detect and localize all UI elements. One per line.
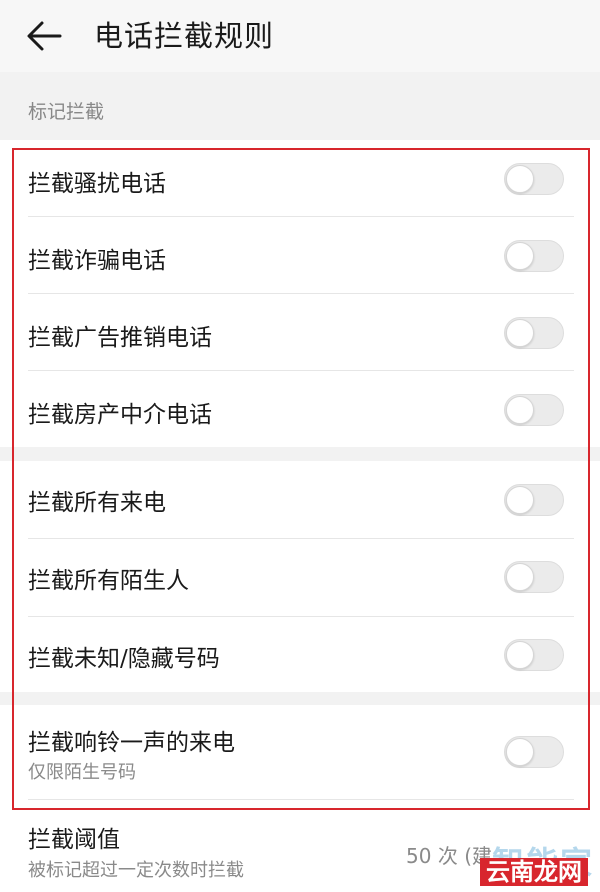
switch-knob: [506, 319, 534, 347]
rule-row-all-calls[interactable]: 拦截所有来电: [0, 461, 600, 538]
rule-label: 拦截响铃一声的来电: [28, 730, 235, 756]
rule-label: 拦截所有来电: [28, 490, 166, 516]
rule-label: 拦截未知/隐藏号码: [28, 646, 220, 672]
toggle-switch-unknown-hidden[interactable]: [504, 639, 564, 671]
marked-rules-card: 拦截骚扰电话 拦截诈骗电话 拦截广告推销电话 拦截房产中介电话: [0, 140, 600, 447]
rule-sublabel: 仅限陌生号码: [28, 762, 136, 783]
arrow-left-icon: [27, 21, 62, 51]
rule-row-real-estate[interactable]: 拦截房产中介电话: [0, 371, 600, 447]
rule-row-ring-once[interactable]: 拦截响铃一声的来电 仅限陌生号码: [0, 705, 600, 799]
back-button[interactable]: [22, 14, 66, 58]
rule-label: 拦截房产中介电话: [28, 402, 212, 428]
toggle-switch-ring-once[interactable]: [504, 736, 564, 768]
rule-row-harassment[interactable]: 拦截骚扰电话: [0, 140, 600, 217]
general-rules-card: 拦截所有来电 拦截所有陌生人 拦截未知/隐藏号码: [0, 461, 600, 692]
switch-knob: [506, 563, 534, 591]
toggle-switch-real-estate[interactable]: [504, 394, 564, 426]
toggle-switch-all-calls[interactable]: [504, 484, 564, 516]
rule-label: 拦截所有陌生人: [28, 568, 189, 594]
switch-knob: [506, 486, 534, 514]
switch-knob: [506, 242, 534, 270]
rule-row-unknown-hidden[interactable]: 拦截未知/隐藏号码: [0, 617, 600, 692]
rule-row-advertising[interactable]: 拦截广告推销电话: [0, 294, 600, 371]
rule-label: 拦截诈骗电话: [28, 248, 166, 274]
toggle-switch-harassment[interactable]: [504, 163, 564, 195]
toggle-switch-fraud[interactable]: [504, 240, 564, 272]
rule-label: 拦截骚扰电话: [28, 171, 166, 197]
threshold-label: 拦截阈值: [28, 827, 120, 853]
rule-row-all-strangers[interactable]: 拦截所有陌生人: [0, 539, 600, 616]
threshold-value: 50 次 (建: [406, 844, 492, 868]
switch-knob: [506, 165, 534, 193]
threshold-sublabel: 被标记超过一定次数时拦截: [28, 860, 244, 881]
switch-knob: [506, 396, 534, 424]
switch-knob: [506, 738, 534, 766]
threshold-row[interactable]: 拦截阈值 被标记超过一定次数时拦截 50 次 (建: [0, 800, 600, 892]
ring-once-card: 拦截响铃一声的来电 仅限陌生号码 拦截阈值 被标记超过一定次数时拦截 50 次 …: [0, 705, 600, 892]
section-label-marked-block: 标记拦截: [28, 101, 105, 123]
app-header: 电话拦截规则: [0, 0, 600, 72]
toggle-switch-all-strangers[interactable]: [504, 561, 564, 593]
toggle-switch-advertising[interactable]: [504, 317, 564, 349]
call-block-rules-screen: 电话拦截规则 标记拦截 拦截骚扰电话 拦截诈骗电话 拦截广告推销电话 拦截房产中…: [0, 0, 600, 892]
rule-label: 拦截广告推销电话: [28, 325, 212, 351]
switch-knob: [506, 641, 534, 669]
rule-row-fraud[interactable]: 拦截诈骗电话: [0, 217, 600, 294]
page-title: 电话拦截规则: [94, 19, 275, 53]
